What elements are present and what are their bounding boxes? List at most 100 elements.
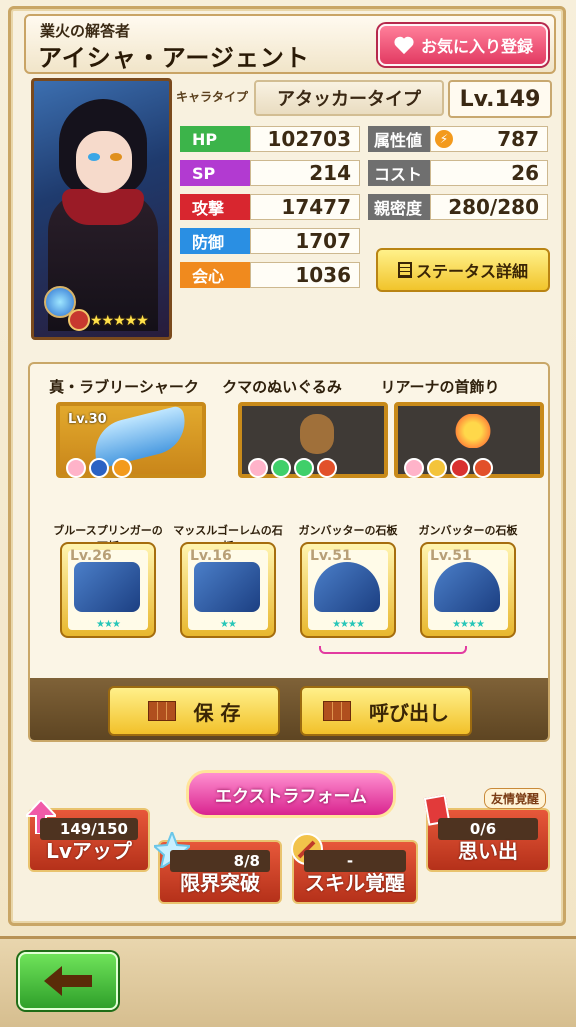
stat-value: 26: [430, 160, 548, 186]
necklace-icon: [450, 414, 496, 448]
stat-attribute: 属性値 ⚡ 787: [368, 126, 548, 152]
heal-icon: [271, 458, 291, 478]
stat-label: 親密度: [368, 194, 430, 220]
lightning-icon: [112, 458, 132, 478]
stat-label: SP: [180, 160, 250, 186]
slate-slot-2[interactable]: Lv.16 ★★: [180, 542, 276, 638]
status-detail-label: ステータス詳細: [415, 262, 528, 281]
heal-icon: [294, 458, 314, 478]
stat-sp: SP 214: [180, 160, 360, 186]
load-label: 呼び出し: [369, 700, 449, 725]
slate-slot-4[interactable]: Lv.51 ★★★★: [420, 542, 516, 638]
portrait-eye-left: [88, 153, 100, 161]
portrait-face: [76, 131, 132, 193]
favorite-label: お気に入り登録: [420, 37, 533, 56]
lv-up-button[interactable]: 149/150 Lvアップ: [26, 800, 150, 872]
favorite-button[interactable]: お気に入り登録: [378, 24, 548, 66]
save-label: 保 存: [193, 700, 241, 725]
extra-form-button[interactable]: エクストラフォーム: [186, 770, 396, 818]
attribute-value: 787: [497, 127, 539, 151]
slate-slot-1[interactable]: Lv.26 ★★★: [60, 542, 156, 638]
attack-up-icon: [317, 458, 337, 478]
portrait-eye-right: [110, 153, 122, 161]
equipment-slot-weapon[interactable]: Lv.30: [56, 402, 206, 478]
save-brick-icon: [147, 701, 176, 721]
slate-name: ガンバッターの石板: [298, 524, 398, 537]
equipment-name: リアーナの首飾り: [380, 378, 500, 396]
stat-value: 17477: [250, 194, 360, 220]
stat-value: 102703: [250, 126, 360, 152]
heart-icon: [66, 458, 86, 478]
character-portrait[interactable]: ★★★★★: [31, 78, 172, 340]
skill-awaken-label: スキル覚醒: [305, 871, 405, 895]
equipment-icons: [66, 458, 132, 478]
set-bonus-indicator: [319, 646, 467, 654]
character-name: アイシャ・アージェント: [38, 44, 310, 72]
stat-defense: 防御 1707: [180, 228, 360, 254]
extra-form-label: エクストラフォーム: [215, 786, 367, 807]
stat-critical: 会心 1036: [180, 262, 360, 288]
load-brick-icon: [323, 701, 351, 721]
slate-level: Lv.26: [70, 548, 112, 564]
heart-icon: [248, 458, 268, 478]
stat-affinity: 親密度 280/280: [368, 194, 548, 220]
list-icon: [397, 262, 412, 278]
skill-awaken-button[interactable]: - スキル覚醒: [291, 833, 418, 904]
slash-icon: [89, 458, 109, 478]
equipment-slot-accessory-1[interactable]: [238, 402, 388, 478]
stat-value: 1707: [250, 228, 360, 254]
stat-label: 防御: [180, 228, 250, 254]
slate-stars: ★★★★: [452, 619, 485, 630]
save-button[interactable]: 保 存: [108, 686, 280, 736]
stat-label: HP: [180, 126, 250, 152]
class-badge-icon: [68, 309, 90, 331]
stat-label: 属性値: [368, 126, 430, 152]
special-icon: [473, 458, 493, 478]
status-detail-button[interactable]: ステータス詳細: [376, 248, 550, 292]
slate-stars: ★★★: [96, 619, 121, 630]
slate-stars: ★★★★: [332, 619, 365, 630]
back-arrow-icon: [44, 966, 92, 996]
load-button[interactable]: 呼び出し: [300, 686, 472, 736]
character-header: 業火の解答者 アイシャ・アージェント お気に入り登録: [24, 14, 556, 74]
character-level: Lv.149: [448, 80, 552, 118]
star-icon: [427, 458, 447, 478]
equipment-icons: [404, 458, 493, 478]
chara-type-label: キャラタイプ: [176, 90, 249, 104]
slate-slot-3[interactable]: Lv.51 ★★★★: [300, 542, 396, 638]
equipment-icons: [248, 458, 337, 478]
lv-up-label: Lvアップ: [46, 839, 132, 863]
slate-level: Lv.51: [430, 548, 472, 564]
heart-icon: [404, 458, 424, 478]
friendship-awaken-tag: 友情覚醒: [483, 788, 546, 809]
rarity-stars: ★★★★★: [90, 313, 149, 329]
equipment-name: 真・ラブリーシャーク: [49, 378, 199, 396]
slate-name: ガンバッターの石板: [418, 524, 518, 537]
slate-level: Lv.16: [190, 548, 232, 564]
limit-break-label: 限界突破: [180, 871, 260, 895]
slate-stone-icon: [194, 562, 260, 612]
slate-stars: ★★: [220, 619, 237, 630]
bear-plush-icon: [300, 414, 334, 454]
heart-icon: [394, 36, 414, 55]
stat-value: ⚡ 787: [430, 126, 548, 152]
memories-label: 思い出: [458, 839, 518, 863]
limit-break-button[interactable]: 8/8 限界突破: [154, 832, 282, 904]
stat-hp: HP 102703: [180, 126, 360, 152]
stat-value: 280/280: [430, 194, 548, 220]
element-icon: [450, 458, 470, 478]
slate-stone-icon: [74, 562, 140, 612]
equipment-slot-accessory-2[interactable]: [394, 402, 544, 478]
stat-label: 攻撃: [180, 194, 250, 220]
lightning-icon: ⚡: [435, 130, 453, 148]
portrait-collar: [62, 189, 144, 225]
equipment-level: Lv.30: [68, 412, 107, 427]
stat-value: 1036: [250, 262, 360, 288]
chara-type-value: アタッカータイプ: [254, 80, 444, 116]
back-button[interactable]: [18, 952, 118, 1010]
equipment-name: クマのぬいぐるみ: [222, 378, 342, 396]
equipment-panel: 真・ラブリーシャーク クマのぬいぐるみ リアーナの首飾り Lv.30 ブルースプ…: [28, 362, 550, 742]
memories-button[interactable]: 友情覚醒 0/6 思い出: [423, 788, 550, 872]
stat-cost: コスト 26: [368, 160, 548, 186]
slate-level: Lv.51: [310, 548, 352, 564]
